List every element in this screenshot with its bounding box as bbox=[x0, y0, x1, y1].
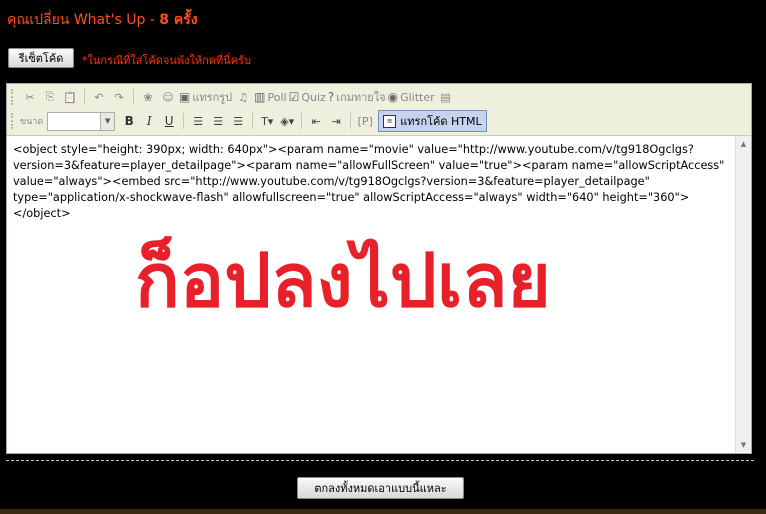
font-size-label: ขนาด bbox=[20, 117, 44, 127]
poll-label: Poll bbox=[267, 90, 287, 104]
image-icon: ▣ bbox=[179, 90, 191, 104]
question-icon: ? bbox=[327, 90, 335, 104]
reset-hint: *ในกรณีที่ใส่โค้ดจนพังให้กดที่นี่ครับ bbox=[82, 54, 251, 67]
toolbar-grip bbox=[11, 89, 16, 105]
paste-icon[interactable]: 📋 bbox=[61, 88, 79, 106]
glitter-label: Glitter bbox=[400, 90, 435, 104]
emoticon-group-icon[interactable]: ❀ bbox=[139, 88, 157, 106]
change-count: 8 ครั้ง bbox=[159, 12, 198, 28]
highlight-color-icon[interactable]: ◈▾ bbox=[278, 112, 296, 130]
toolbar-separator bbox=[252, 113, 254, 129]
insert-image-button[interactable]: ▣ แทรกรูป bbox=[179, 88, 232, 106]
code-editor: ✂ ⎘ 📋 ↶ ↷ ❀ ☺ ▣ แทรกรูป ♫ ▥ Poll ☑ Quiz ? เก… bbox=[6, 83, 752, 454]
toolbar-grip bbox=[11, 113, 16, 129]
toolbar-separator bbox=[301, 113, 303, 129]
dashed-divider bbox=[6, 460, 754, 461]
chart-icon: ▥ bbox=[254, 90, 266, 104]
text-color-icon[interactable]: T▾ bbox=[258, 112, 276, 130]
submit-button[interactable]: ตกลงทั้งหมดเอาแบบนี้แหละ bbox=[297, 477, 464, 499]
chevron-down-icon: ▼ bbox=[100, 112, 115, 130]
insert-image-label: แทรกรูป bbox=[192, 91, 233, 104]
heading-text: คุณเปลี่ยน What's Up - bbox=[7, 12, 160, 28]
toolbar-separator bbox=[84, 89, 85, 105]
insert-html-button[interactable]: ≡ แทรกโค้ด HTML bbox=[378, 110, 487, 132]
insert-html-label: แทรกโค้ด HTML bbox=[400, 115, 482, 128]
quiz-label: Quiz bbox=[301, 90, 326, 104]
html-code-icon: ≡ bbox=[383, 114, 397, 128]
italic-button[interactable]: I bbox=[140, 112, 158, 130]
font-size-select[interactable]: ▼ bbox=[47, 111, 116, 131]
copy-instruction-overlay: ก็อปลงไปเลย bbox=[135, 238, 551, 324]
guess-game-button[interactable]: ? เกมทายใจ bbox=[328, 88, 386, 106]
smiley-icon[interactable]: ☺ bbox=[159, 88, 177, 106]
toolbar-separator bbox=[133, 89, 134, 105]
poll-button[interactable]: ▥ Poll bbox=[254, 88, 286, 106]
toolbar-row-1: ✂ ⎘ 📋 ↶ ↷ ❀ ☺ ▣ แทรกรูป ♫ ▥ Poll ☑ Quiz ? เก… bbox=[11, 86, 456, 108]
underline-button[interactable]: U bbox=[160, 112, 178, 130]
toolbar-separator bbox=[183, 113, 185, 129]
paragraph-button[interactable]: [P] bbox=[356, 112, 374, 130]
cut-icon[interactable]: ✂ bbox=[21, 88, 39, 106]
reset-code-button[interactable]: รีเซ็ตโค้ด bbox=[8, 48, 74, 68]
code-text[interactable]: <object style="height: 390px; width: 640… bbox=[13, 142, 728, 222]
copy-icon[interactable]: ⎘ bbox=[41, 88, 59, 106]
redo-icon[interactable]: ↷ bbox=[110, 88, 128, 106]
indent-icon[interactable]: ⇥ bbox=[327, 112, 345, 130]
scroll-down-icon[interactable]: ▼ bbox=[736, 437, 751, 452]
align-center-icon[interactable]: ☰ bbox=[209, 112, 227, 130]
align-left-icon[interactable]: ☰ bbox=[189, 112, 207, 130]
quiz-button[interactable]: ☑ Quiz bbox=[289, 88, 326, 106]
guess-game-label: เกมทายใจ bbox=[336, 91, 386, 104]
bold-button[interactable]: B bbox=[120, 112, 138, 130]
glitter-button[interactable]: ◉ Glitter bbox=[388, 88, 435, 106]
page-heading: คุณเปลี่ยน What's Up - 8 ครั้ง bbox=[7, 9, 198, 31]
bottom-border bbox=[0, 509, 766, 514]
toolbar-separator bbox=[350, 113, 352, 129]
editor-toolbar: ✂ ⎘ 📋 ↶ ↷ ❀ ☺ ▣ แทรกรูป ♫ ▥ Poll ☑ Quiz ? เก… bbox=[7, 84, 751, 136]
check-icon: ☑ bbox=[288, 90, 300, 104]
editor-scrollbar[interactable]: ▲ ▼ bbox=[735, 136, 751, 452]
eye-icon: ◉ bbox=[387, 90, 399, 104]
toolbar-row-2: ขนาด ▼ B I U ☰ ☰ ☰ T▾ ◈▾ ⇤ ⇥ [P] ≡ แทรกโค… bbox=[11, 110, 487, 132]
align-right-icon[interactable]: ☰ bbox=[229, 112, 247, 130]
music-icon[interactable]: ♫ bbox=[234, 88, 252, 106]
scroll-up-icon[interactable]: ▲ bbox=[736, 136, 751, 151]
outdent-icon[interactable]: ⇤ bbox=[307, 112, 325, 130]
undo-icon[interactable]: ↶ bbox=[90, 88, 108, 106]
window-icon[interactable]: ▤ bbox=[437, 88, 455, 106]
